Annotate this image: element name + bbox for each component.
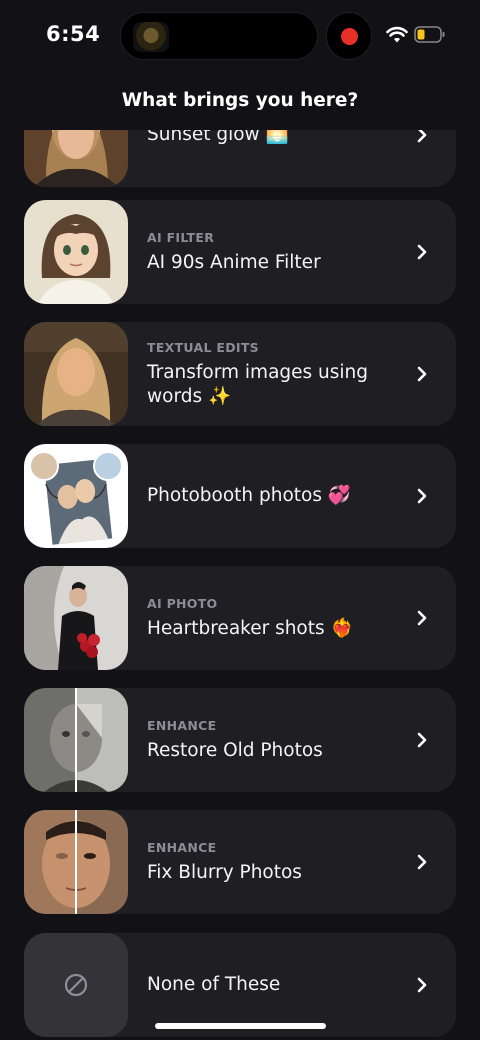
chevron-right-icon — [417, 130, 427, 143]
option-text: ENHANCE Fix Blurry Photos — [147, 810, 408, 914]
option-text: AI PHOTO Heartbreaker shots ❤️‍🔥 — [147, 566, 408, 670]
option-title: Sunset glow 🌅 — [147, 130, 289, 145]
option-list[interactable]: Sunset glow 🌅 AI FILTER AI 90s Anime Fil… — [0, 130, 480, 1040]
chevron-right-icon — [417, 610, 427, 626]
option-category: TEXTUAL EDITS — [147, 339, 259, 355]
chevron-right-icon — [417, 854, 427, 870]
option-restore-old-photos[interactable]: ENHANCE Restore Old Photos — [24, 688, 456, 792]
battery-low-icon — [414, 26, 445, 43]
option-text: ENHANCE Restore Old Photos — [147, 688, 408, 792]
wifi-icon — [386, 26, 408, 43]
record-dot-icon — [341, 28, 358, 45]
screen-recording-indicator[interactable] — [326, 12, 372, 60]
option-fix-blurry-photos[interactable]: ENHANCE Fix Blurry Photos — [24, 810, 456, 914]
chevron-right-icon — [417, 977, 427, 993]
option-title: None of These — [147, 974, 281, 995]
none-icon-thumbnail — [24, 933, 128, 1037]
option-photobooth[interactable]: Photobooth photos 💞 — [24, 444, 456, 548]
option-heartbreaker[interactable]: AI PHOTO Heartbreaker shots ❤️‍🔥 — [24, 566, 456, 670]
page-title: What brings you here? — [121, 90, 359, 111]
old-photo-split-thumbnail — [24, 688, 128, 792]
option-title: Heartbreaker shots ❤️‍🔥 — [147, 617, 354, 639]
option-category: ENHANCE — [147, 717, 217, 733]
chevron-right-icon — [417, 732, 427, 748]
prohibited-icon — [64, 973, 88, 997]
option-title: Photobooth photos 💞 — [147, 485, 351, 506]
option-category: AI PHOTO — [147, 595, 218, 611]
option-anime-filter[interactable]: AI FILTER AI 90s Anime Filter — [24, 200, 456, 304]
sunset-portrait-thumbnail — [24, 130, 128, 187]
option-text: Photobooth photos 💞 — [147, 444, 408, 548]
option-text: TEXTUAL EDITS Transform images using wor… — [147, 322, 408, 426]
blurry-face-split-thumbnail — [24, 810, 128, 914]
option-title: Transform images using words ✨ — [147, 361, 369, 407]
option-title: Restore Old Photos — [147, 739, 323, 761]
anime-portrait-thumbnail — [24, 200, 128, 304]
dynamic-island[interactable] — [120, 12, 318, 60]
option-text: Sunset glow 🌅 — [147, 130, 408, 187]
option-textual-edits[interactable]: TEXTUAL EDITS Transform images using wor… — [24, 322, 456, 426]
car-selfie-portrait-thumbnail — [24, 322, 128, 426]
option-text: None of These — [147, 933, 408, 1037]
chevron-right-icon — [417, 244, 427, 260]
photobooth-collage-thumbnail — [24, 444, 128, 548]
option-category: AI FILTER — [147, 229, 215, 245]
home-indicator[interactable] — [155, 1023, 326, 1029]
chevron-right-icon — [417, 366, 427, 382]
chevron-right-icon — [417, 488, 427, 504]
option-text: AI FILTER AI 90s Anime Filter — [147, 200, 408, 304]
option-sunset-glow[interactable]: Sunset glow 🌅 — [24, 130, 456, 187]
status-time: 6:54 — [46, 22, 101, 46]
suit-roses-portrait-thumbnail — [24, 566, 128, 670]
now-playing-artwork-icon — [133, 22, 169, 52]
option-none-of-these[interactable]: None of These — [24, 933, 456, 1037]
status-bar: 6:54 — [0, 0, 480, 70]
option-title: AI 90s Anime Filter — [147, 251, 321, 273]
option-title: Fix Blurry Photos — [147, 861, 302, 883]
option-category: ENHANCE — [147, 839, 217, 855]
